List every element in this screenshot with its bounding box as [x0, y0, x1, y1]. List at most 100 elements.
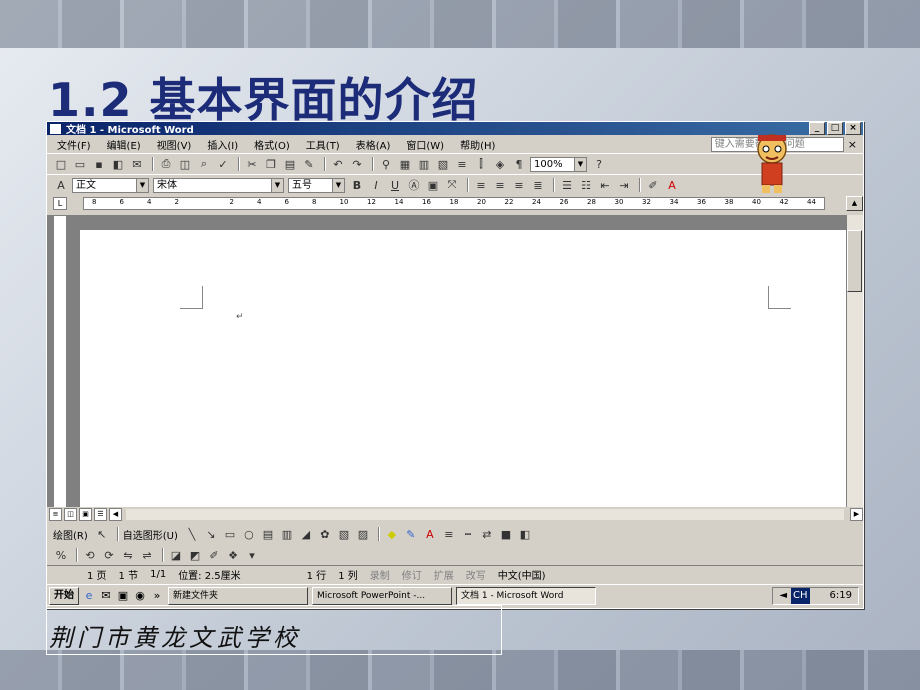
highlight-icon[interactable]: ✐ [645, 178, 661, 193]
more-icon[interactable]: ▾ [244, 548, 260, 563]
print-icon[interactable]: ⎙ [158, 157, 174, 172]
underline-button[interactable]: U [387, 178, 403, 193]
email-icon[interactable]: ✉ [129, 157, 145, 172]
line-style-icon[interactable]: ≡ [441, 527, 457, 542]
align-left-icon[interactable]: ≡ [473, 178, 489, 193]
document-map-icon[interactable]: ◈ [492, 157, 508, 172]
menu-file[interactable]: 文件(F) [57, 137, 91, 152]
autoshapes-menu[interactable]: 自选图形(U) [123, 527, 178, 542]
ruler-scale[interactable]: 8 6 4 2 2 4 6 8 10 12 14 16 18 20 22 24 26 28 30 32 34 36 38 40… [83, 196, 825, 210]
insert-excel-icon[interactable]: ▧ [435, 157, 451, 172]
hyperlink-icon[interactable]: ⚲ [378, 157, 394, 172]
help-icon[interactable]: ? [591, 157, 607, 172]
ime-indicator[interactable]: CH [791, 588, 810, 604]
percent-icon[interactable]: % [53, 548, 69, 563]
scroll-left-icon[interactable]: ◀ [109, 507, 122, 521]
zoom-select[interactable]: 100% ▼ [530, 156, 587, 172]
office-assistant-icon[interactable] [748, 131, 796, 195]
task-folder[interactable]: 新建文件夹 [168, 587, 308, 605]
undo-icon[interactable]: ↶ [330, 157, 346, 172]
align-center-icon[interactable]: ≡ [492, 178, 508, 193]
web-view-icon[interactable]: ◫ [64, 507, 77, 521]
menu-edit[interactable]: 编辑(E) [107, 137, 141, 152]
menu-view[interactable]: 视图(V) [157, 137, 192, 152]
draw-menu[interactable]: 绘图(R) [53, 527, 88, 542]
3d-icon[interactable]: ◧ [517, 527, 533, 542]
char-border-icon[interactable]: Ⓐ [406, 178, 422, 193]
print-preview-icon[interactable]: ◫ [177, 157, 193, 172]
columns-icon[interactable]: ≡ [454, 157, 470, 172]
char-shading-icon[interactable]: ▣ [425, 178, 441, 193]
menu-tools[interactable]: 工具(T) [306, 137, 340, 152]
spelling-icon[interactable]: ✓ [215, 157, 231, 172]
scroll-right-icon[interactable]: ▶ [850, 507, 863, 521]
diagram-icon[interactable]: ✿ [317, 527, 333, 542]
status-ext[interactable]: 扩展 [428, 567, 460, 582]
picture-icon[interactable]: ▨ [355, 527, 371, 542]
scroll-up-icon[interactable]: ▲ [846, 195, 863, 211]
oval-icon[interactable]: ○ [241, 527, 257, 542]
outline-view-icon[interactable]: ☰ [94, 507, 107, 521]
flip-v-icon[interactable]: ⇌ [139, 548, 155, 563]
new-icon[interactable]: □ [53, 157, 69, 172]
select-objects-icon[interactable]: ↖ [94, 527, 110, 542]
normal-view-icon[interactable]: ≡ [49, 507, 62, 521]
decrease-indent-icon[interactable]: ⇤ [597, 178, 613, 193]
rotate-left-icon[interactable]: ⟲ [82, 548, 98, 563]
distributed-icon[interactable]: ≣ [530, 178, 546, 193]
close-button[interactable]: × [845, 122, 861, 135]
clipart-icon[interactable]: ▧ [336, 527, 352, 542]
task-word[interactable]: 文档 1 - Microsoft Word [456, 587, 596, 605]
font-select[interactable]: 宋体 ▼ [153, 177, 284, 193]
italic-button[interactable]: I [368, 178, 384, 193]
font-size-select[interactable]: 五号 ▼ [288, 177, 345, 193]
char-scale-icon[interactable]: ⤧ [444, 178, 460, 193]
save-icon[interactable]: ▪ [91, 157, 107, 172]
align-right-icon[interactable]: ≡ [511, 178, 527, 193]
show-hide-icon[interactable]: ¶ [511, 157, 527, 172]
brush-icon[interactable]: ✐ [206, 548, 222, 563]
title-bar[interactable]: 文档 1 - Microsoft Word _ □ × [47, 122, 863, 136]
status-ovr[interactable]: 改写 [460, 567, 492, 582]
arrow-style-icon[interactable]: ⇄ [479, 527, 495, 542]
bullets-icon[interactable]: ☷ [578, 178, 594, 193]
ie-icon[interactable]: e [82, 589, 96, 603]
minimize-button[interactable]: _ [809, 122, 825, 135]
status-trk[interactable]: 修订 [396, 567, 428, 582]
open-icon[interactable]: ▭ [72, 157, 88, 172]
style-select[interactable]: 正文 ▼ [72, 177, 149, 193]
bold-button[interactable]: B [349, 178, 365, 193]
close-document-icon[interactable]: × [848, 138, 857, 151]
insert-table-icon[interactable]: ▥ [416, 157, 432, 172]
numbering-icon[interactable]: ☰ [559, 178, 575, 193]
dash-style-icon[interactable]: ┅ [460, 527, 476, 542]
increase-indent-icon[interactable]: ⇥ [616, 178, 632, 193]
fill-color-icon[interactable]: ◆ [384, 527, 400, 542]
format-painter-icon[interactable]: ✎ [301, 157, 317, 172]
desktop-icon[interactable]: ▣ [116, 589, 130, 603]
menu-format[interactable]: 格式(O) [254, 137, 290, 152]
font-color-draw-icon[interactable]: A [422, 527, 438, 542]
flip-h-icon[interactable]: ⇋ [120, 548, 136, 563]
fill-icon[interactable]: ◪ [168, 548, 184, 563]
font-color-icon[interactable]: A [664, 178, 680, 193]
horizontal-scroll-track[interactable] [126, 508, 844, 520]
menu-help[interactable]: 帮助(H) [460, 137, 495, 152]
menu-window[interactable]: 窗口(W) [406, 137, 444, 152]
line-color-icon[interactable]: ✎ [403, 527, 419, 542]
document-page[interactable]: ↵ [80, 230, 846, 507]
start-button[interactable]: 开始 [49, 587, 79, 605]
styles-pane-icon[interactable]: A [53, 178, 69, 193]
print-view-icon[interactable]: ▣ [79, 507, 92, 521]
rectangle-icon[interactable]: ▭ [222, 527, 238, 542]
more-quicklaunch[interactable]: » [150, 589, 164, 603]
media-icon[interactable]: ◉ [133, 589, 147, 603]
menu-table[interactable]: 表格(A) [356, 137, 391, 152]
scroll-thumb[interactable] [847, 230, 862, 292]
vertical-textbox-icon[interactable]: ▥ [279, 527, 295, 542]
restore-button[interactable]: □ [827, 122, 843, 135]
shadow-icon[interactable]: ■ [498, 527, 514, 542]
vertical-scrollbar[interactable] [847, 215, 863, 507]
wordart-icon[interactable]: ◢ [298, 527, 314, 542]
permission-icon[interactable]: ◧ [110, 157, 126, 172]
